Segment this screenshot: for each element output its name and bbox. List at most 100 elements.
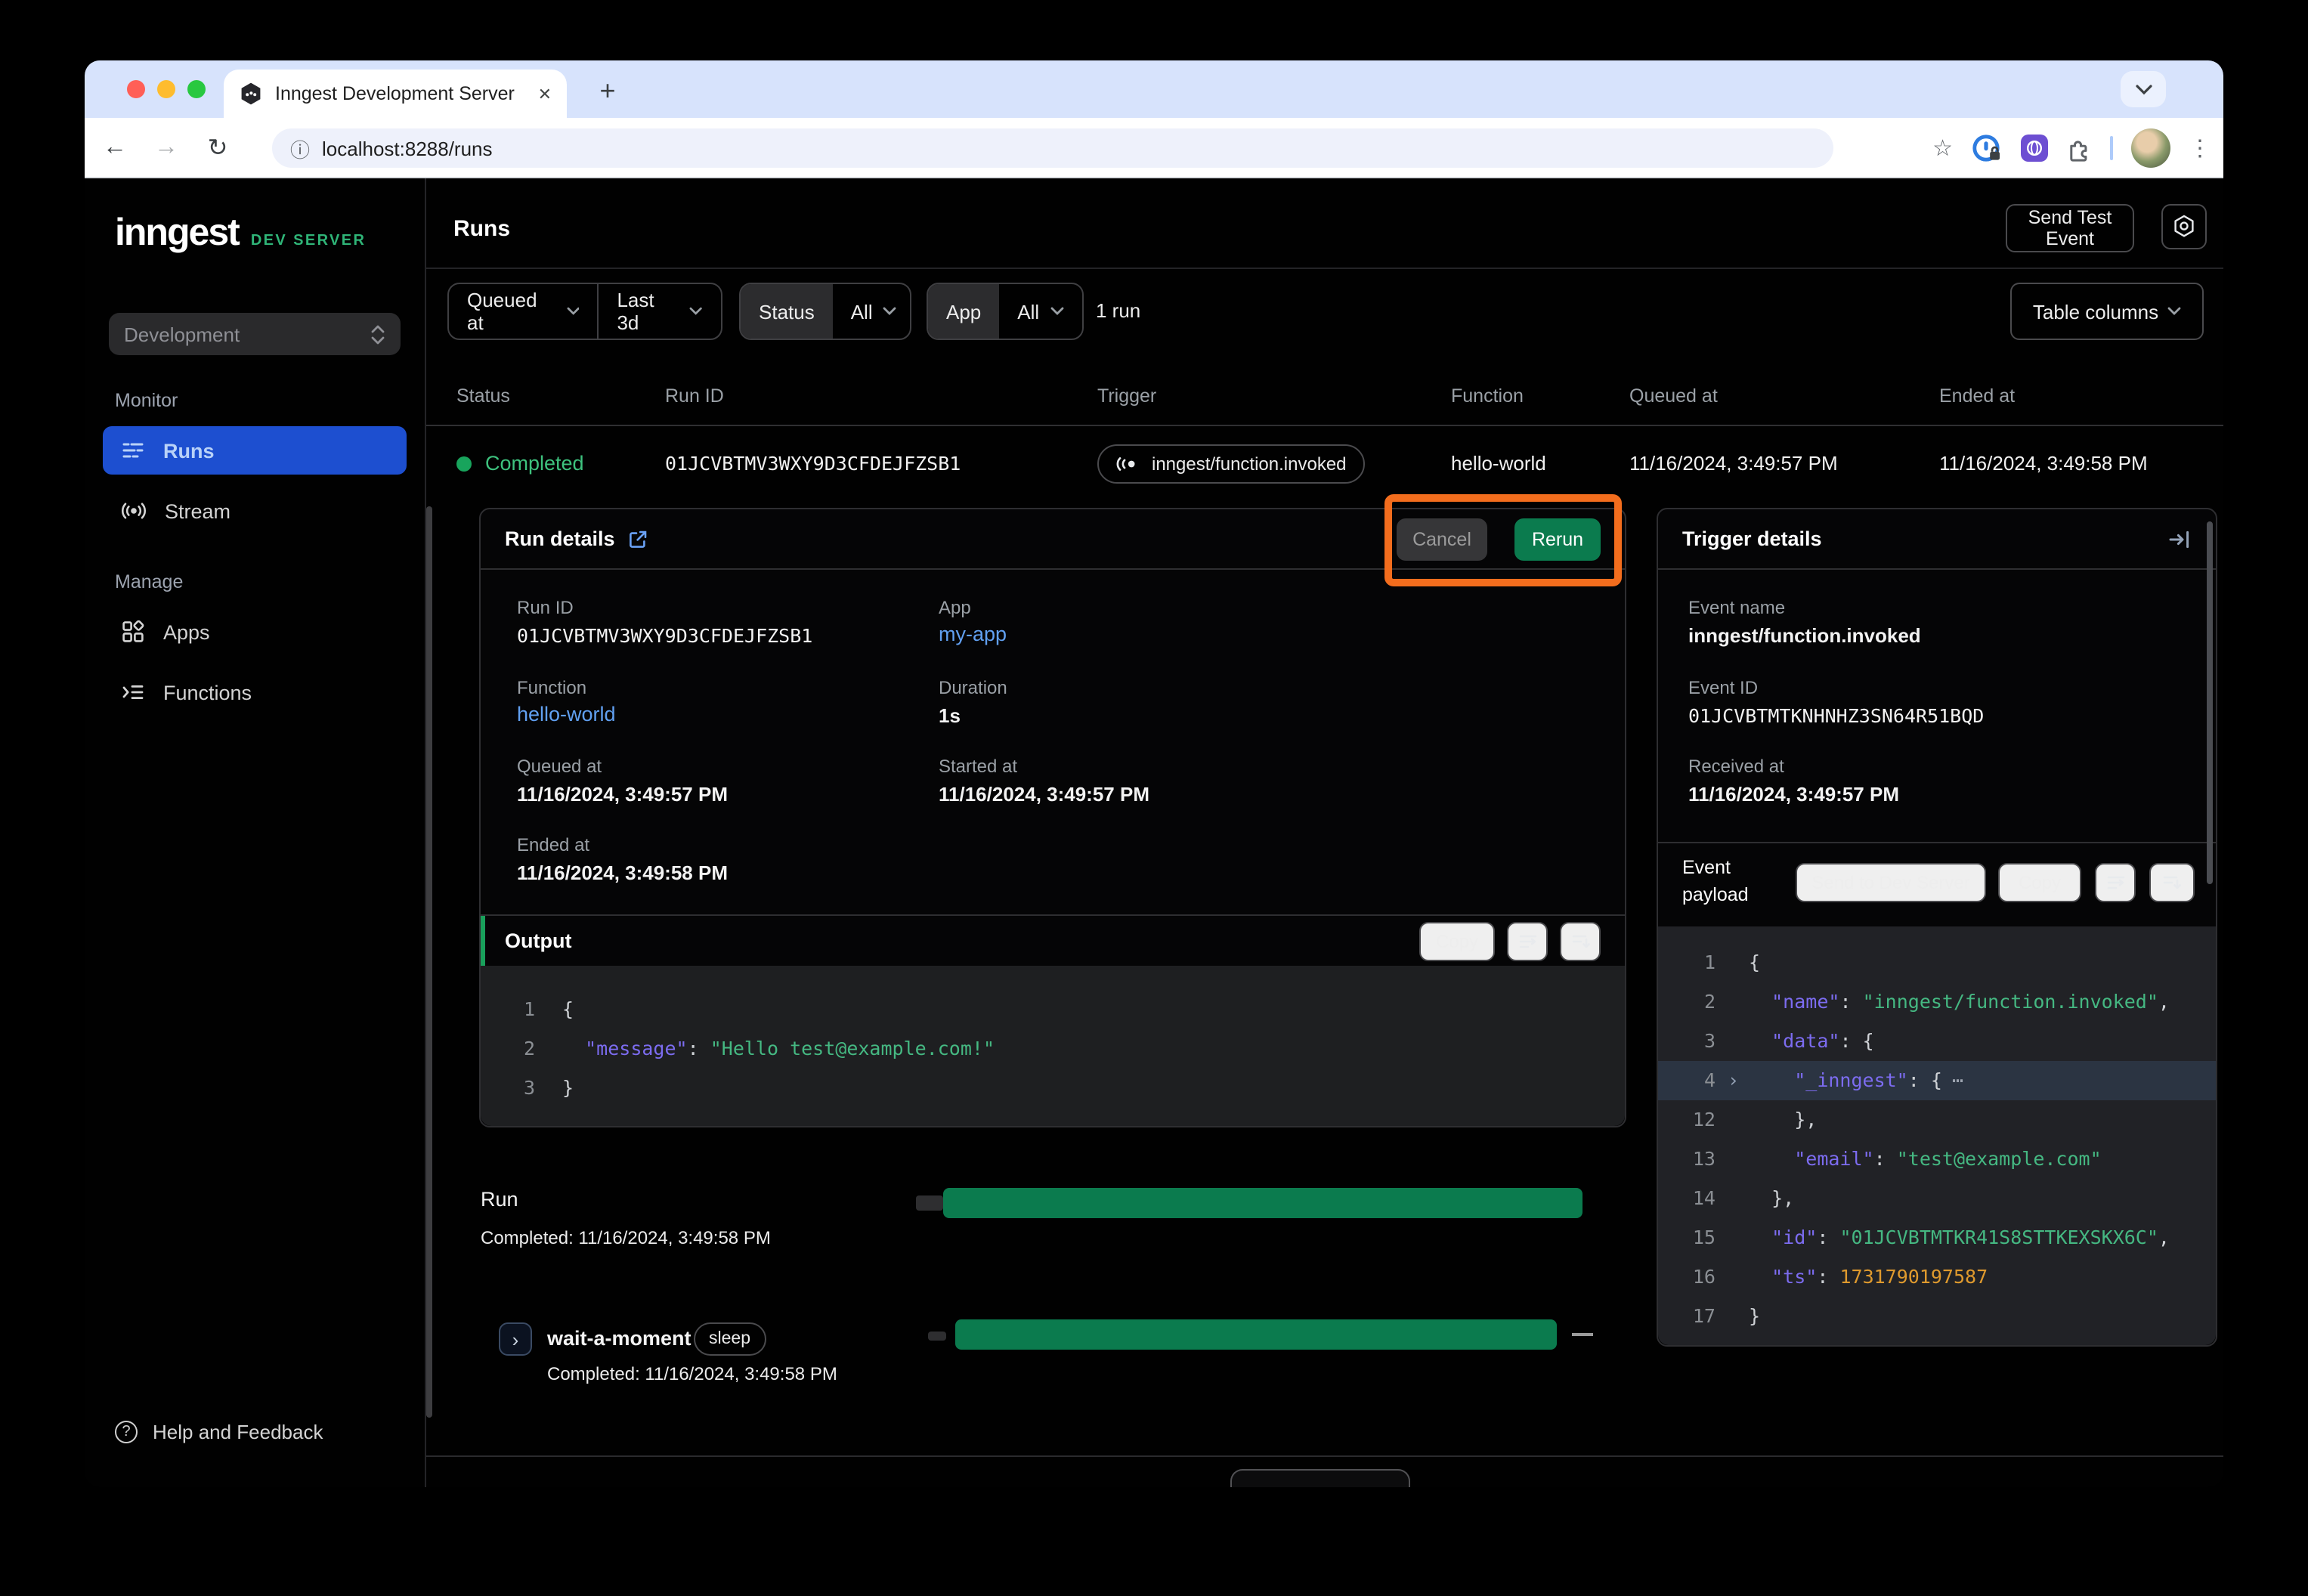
event-id-label: Event ID — [1688, 677, 1758, 698]
sidebar: inngest DEV SERVER Development Monitor R… — [85, 178, 425, 1487]
col-run-id: Run ID — [665, 385, 1097, 407]
run-status-cell: Completed — [456, 452, 665, 475]
col-status: Status — [456, 385, 665, 407]
app-label: App — [939, 597, 971, 618]
select-chevrons-icon — [370, 324, 385, 344]
payload-copy-button[interactable]: Copy — [1998, 863, 2081, 902]
trigger-details-title: Trigger details — [1682, 527, 1822, 550]
app-filter: App All — [927, 283, 1084, 340]
send-to-dev-server-button[interactable]: Send to Dev Server — [1796, 863, 1986, 902]
word-wrap-icon — [1517, 930, 1538, 951]
scroll-to-bottom-button[interactable] — [1560, 921, 1601, 960]
browser-toolbar: ← → ↻ ⓘ localhost:8288/runs ☆ — [85, 118, 2223, 178]
address-bar[interactable]: ⓘ localhost:8288/runs — [272, 128, 1833, 168]
payload-word-wrap-button[interactable] — [2095, 863, 2136, 902]
settings-button[interactable] — [2161, 204, 2207, 249]
new-tab-button[interactable]: + — [589, 73, 626, 109]
duration-value: 1s — [939, 704, 961, 727]
onepassword-extension-icon[interactable] — [1971, 132, 2003, 164]
timeline-run-bar[interactable] — [943, 1188, 1582, 1218]
window-close-button[interactable] — [127, 80, 145, 98]
sidebar-item-apps[interactable]: Apps — [103, 608, 407, 656]
tab-close-icon[interactable]: ✕ — [538, 84, 552, 104]
trigger-pill[interactable]: inngest/function.invoked — [1097, 444, 1365, 483]
app-link[interactable]: my-app — [939, 623, 1007, 645]
function-link[interactable]: hello-world — [517, 703, 616, 725]
site-info-icon[interactable]: ⓘ — [290, 134, 310, 162]
browser-menu-icon[interactable]: ⋮ — [2189, 135, 2211, 162]
settings-gear-icon — [2170, 213, 2198, 240]
help-label: Help and Feedback — [153, 1421, 323, 1443]
duration-label: Duration — [939, 677, 1007, 698]
timeline-run-queue-nub — [916, 1195, 943, 1211]
app-filter-label: App — [928, 284, 999, 339]
sidebar-item-label: Stream — [165, 500, 230, 522]
tab-title: Inngest Development Server — [275, 83, 526, 104]
payload-scroll-to-bottom-button[interactable] — [2149, 863, 2195, 902]
window-minimize-button[interactable] — [157, 80, 175, 98]
col-function: Function — [1451, 385, 1629, 407]
trigger-details-header: Trigger details — [1658, 509, 2216, 570]
browser-extension-icon[interactable] — [2021, 135, 2048, 162]
environment-select-value: Development — [124, 323, 370, 345]
status-filter: Status All — [739, 283, 911, 340]
output-copy-button[interactable]: Copy — [1419, 921, 1495, 960]
word-wrap-button[interactable] — [1507, 921, 1548, 960]
timeline-step-completed: Completed: 11/16/2024, 3:49:58 PM — [547, 1363, 837, 1384]
back-button[interactable]: ← — [94, 126, 136, 169]
help-and-feedback[interactable]: ? Help and Feedback — [115, 1421, 323, 1443]
load-more-button[interactable] — [1230, 1469, 1410, 1487]
app-filter-dropdown[interactable]: All — [999, 284, 1081, 339]
table-columns-button[interactable]: Table columns — [2010, 283, 2204, 340]
environment-select[interactable]: Development — [109, 313, 401, 355]
received-at-label: Received at — [1688, 756, 1784, 777]
status-dot-icon — [456, 456, 472, 471]
table-row[interactable]: Completed 01JCVBTMV3WXY9D3CFDEJFZSB1 inn… — [426, 426, 2223, 500]
sidebar-item-stream[interactable]: Stream — [103, 487, 407, 535]
run-id-label: Run ID — [517, 597, 574, 618]
main-content: Runs Send Test Event Queued at Last 3d — [425, 178, 2223, 1487]
timeline-step-bar[interactable] — [955, 1319, 1557, 1350]
sidebar-item-functions[interactable]: Functions — [103, 668, 407, 716]
run-details-panel: Run details Cancel Rerun Run ID 01JCVBTM… — [479, 508, 1626, 1127]
profile-avatar[interactable] — [2131, 128, 2170, 168]
brand: inngest DEV SERVER — [115, 212, 366, 255]
output-title: Output — [505, 929, 571, 952]
chevron-down-icon — [2135, 84, 2152, 94]
header-divider — [426, 268, 2223, 269]
payload-scrollbar[interactable] — [2207, 521, 2213, 884]
reload-button[interactable]: ↻ — [196, 126, 239, 169]
ended-at-label: Ended at — [517, 834, 589, 855]
chevron-down-icon — [566, 307, 579, 316]
tab-search-button[interactable] — [2121, 71, 2166, 107]
ended-at-value: 11/16/2024, 3:49:58 PM — [517, 861, 728, 884]
status-filter-dropdown[interactable]: All — [833, 284, 911, 339]
timeline-end-tick — [1572, 1333, 1593, 1336]
chevron-down-icon — [1050, 307, 1063, 316]
window-zoom-button[interactable] — [187, 80, 206, 98]
extensions-puzzle-icon[interactable] — [2066, 135, 2092, 161]
time-field-dropdown[interactable]: Queued at — [449, 284, 598, 339]
col-queued-at: Queued at — [1629, 385, 1939, 407]
sidebar-section-monitor: Monitor — [115, 390, 178, 411]
step-kind-badge: sleep — [694, 1322, 766, 1356]
step-expand-button[interactable]: › — [499, 1322, 532, 1356]
run-id-cell: 01JCVBTMV3WXY9D3CFDEJFZSB1 — [665, 452, 1097, 475]
col-ended-at: Ended at — [1939, 385, 2223, 407]
external-link-icon[interactable] — [627, 528, 648, 549]
collapse-panel-icon[interactable] — [2167, 527, 2192, 551]
runs-icon — [121, 438, 145, 462]
ended-at-cell: 11/16/2024, 3:49:58 PM — [1939, 452, 2223, 475]
event-name-value: inngest/function.invoked — [1688, 624, 1921, 647]
browser-tab[interactable]: Inngest Development Server ✕ — [224, 70, 567, 118]
content-scrollbar[interactable] — [426, 506, 432, 1418]
sidebar-item-runs[interactable]: Runs — [103, 426, 407, 475]
sidebar-item-label: Functions — [163, 681, 252, 704]
event-payload-code[interactable]: 1{2 "name": "inngest/function.invoked",3… — [1658, 926, 2216, 1345]
timeline-step-queue-nub — [928, 1332, 946, 1341]
send-test-event-button[interactable]: Send Test Event — [2006, 204, 2134, 252]
queued-at-label: Queued at — [517, 756, 602, 777]
time-range-dropdown[interactable]: Last 3d — [599, 284, 721, 339]
forward-button[interactable]: → — [145, 126, 187, 169]
bookmark-star-icon[interactable]: ☆ — [1932, 135, 1953, 162]
